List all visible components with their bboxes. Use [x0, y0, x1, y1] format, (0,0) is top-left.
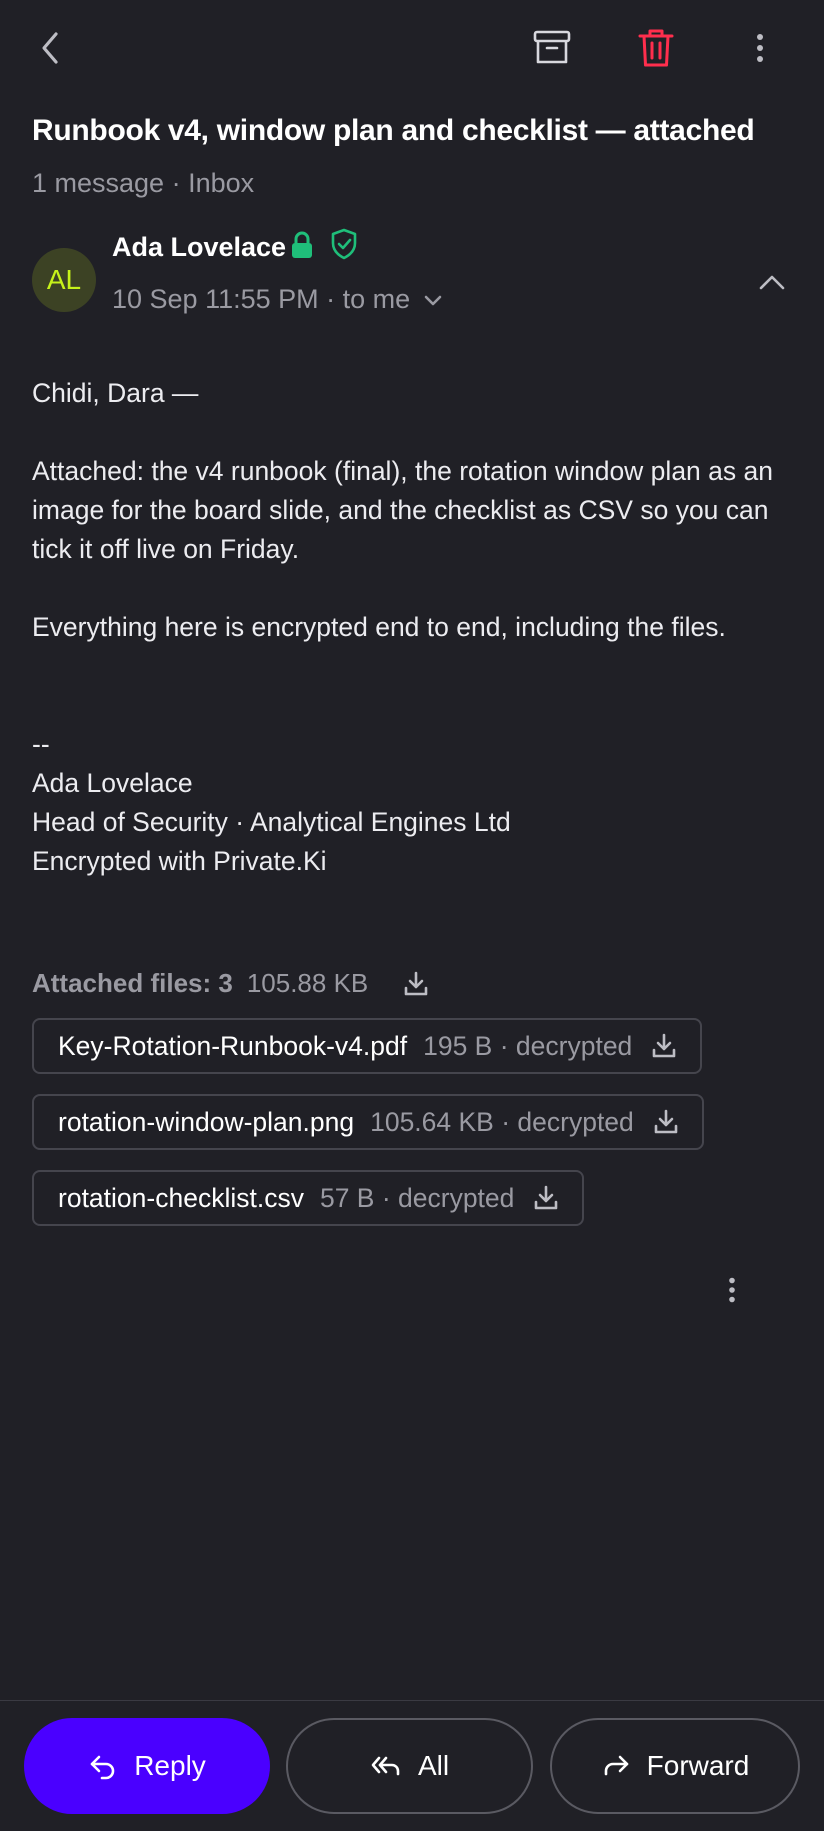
- message-body: Chidi, Dara — Attached: the v4 runbook (…: [32, 374, 792, 881]
- signature-name: Ada Lovelace: [32, 768, 193, 798]
- attachments-count: Attached files: 3: [32, 968, 233, 998]
- attachment-download-button[interactable]: [652, 1108, 680, 1136]
- forward-button[interactable]: Forward: [550, 1718, 800, 1814]
- reply-all-label: All: [417, 1750, 450, 1781]
- action-bar: Reply All Forward: [0, 1700, 824, 1831]
- download-icon: [652, 1033, 676, 1058]
- download-icon: [404, 971, 428, 995]
- recipient-details-toggle[interactable]: 10 Sep 11:55 PM · to me: [112, 284, 446, 315]
- more-vertical-icon: [729, 1277, 735, 1303]
- lock-icon: [292, 231, 312, 258]
- reply-button[interactable]: Reply: [24, 1718, 270, 1814]
- attachment-info: 105.64 KB · decrypted: [370, 1106, 634, 1137]
- reply-icon: [90, 1755, 115, 1780]
- attachment-chip[interactable]: rotation-window-plan.png 105.64 KB · dec…: [32, 1094, 704, 1150]
- chevron-left-icon: [42, 32, 58, 64]
- sender-name[interactable]: Ada Lovelace: [112, 232, 286, 263]
- archive-button[interactable]: [524, 20, 580, 76]
- message-date: 10 Sep 11:55 PM · to me: [112, 284, 411, 314]
- attachments-header: Attached files: 3 105.88 KB: [32, 968, 430, 999]
- attachment-name: rotation-window-plan.png: [58, 1106, 355, 1137]
- attachment-info: 195 B · decrypted: [423, 1030, 633, 1061]
- greeting: Chidi, Dara —: [32, 378, 199, 408]
- reply-label: Reply: [134, 1750, 206, 1781]
- attachment-chip[interactable]: rotation-checklist.csv 57 B · decrypted: [32, 1170, 585, 1226]
- download-icon: [654, 1109, 678, 1134]
- body-paragraph: Attached: the v4 runbook (final), the ro…: [32, 456, 773, 564]
- body-paragraph: Everything here is encrypted end to end,…: [32, 612, 726, 642]
- attachment-chip[interactable]: Key-Rotation-Runbook-v4.pdf 195 B · decr…: [32, 1018, 703, 1074]
- reply-all-icon: [371, 1756, 400, 1776]
- delete-button[interactable]: [628, 20, 684, 76]
- email-subject: Runbook v4, window plan and checklist — …: [32, 114, 755, 147]
- message-more-button[interactable]: [720, 1272, 744, 1308]
- trash-icon: [638, 29, 674, 67]
- attachments-total-size: 105.88 KB: [246, 968, 369, 998]
- attachment-name: Key-Rotation-Runbook-v4.pdf: [58, 1030, 408, 1061]
- attachment-name: rotation-checklist.csv: [58, 1182, 304, 1213]
- chevron-down-icon: [424, 295, 442, 305]
- more-vertical-icon: [757, 34, 763, 62]
- forward-label: Forward: [646, 1750, 750, 1781]
- attachment-info: 57 B · decrypted: [319, 1182, 515, 1213]
- conversation-meta: 1 message · Inbox: [32, 168, 255, 198]
- attachment-download-button[interactable]: [532, 1184, 560, 1212]
- reply-all-button[interactable]: All: [286, 1718, 533, 1814]
- signature-title: Head of Security · Analytical Engines Lt…: [32, 807, 511, 837]
- download-icon: [535, 1185, 558, 1210]
- signature-separator: --: [32, 729, 50, 759]
- avatar: AL: [32, 248, 96, 312]
- forward-icon: [604, 1755, 628, 1776]
- download-all-button[interactable]: [402, 970, 430, 998]
- attachment-download-button[interactable]: [650, 1032, 678, 1060]
- archive-icon: [533, 30, 571, 64]
- collapse-message-button[interactable]: [752, 264, 792, 300]
- back-button[interactable]: [24, 22, 76, 74]
- signature-note: Encrypted with Private.Ki: [32, 846, 327, 876]
- chevron-up-icon: [759, 275, 785, 290]
- more-options-button[interactable]: [740, 20, 780, 76]
- shield-check-icon: [331, 228, 357, 260]
